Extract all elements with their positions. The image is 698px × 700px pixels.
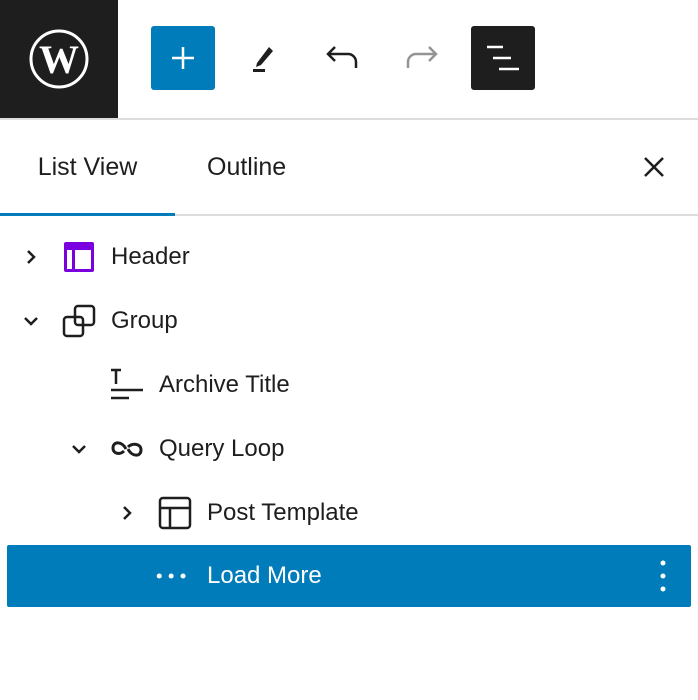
tab-outline[interactable]: Outline [207, 120, 286, 214]
tab-list-view[interactable]: List View [0, 120, 175, 216]
item-label: Load More [207, 562, 322, 589]
sidebar-tabs: List View Outline [0, 120, 698, 216]
template-part-icon [64, 242, 94, 272]
list-item-post-template[interactable]: Post Template [7, 482, 691, 544]
chevron-down-icon[interactable] [23, 313, 39, 329]
options-vertical-icon[interactable] [659, 559, 667, 593]
redo-icon [406, 46, 438, 68]
more-dots-icon [156, 573, 186, 579]
tools-button[interactable] [230, 26, 294, 90]
svg-text:W: W [39, 37, 79, 82]
group-icon [62, 304, 96, 338]
item-label: Group [111, 307, 178, 334]
plus-icon [172, 47, 194, 69]
item-label: Header [111, 243, 190, 270]
list-view-icon [487, 45, 519, 71]
title-icon [111, 368, 143, 400]
undo-icon [326, 46, 358, 68]
document-overview-button[interactable] [471, 26, 535, 90]
chevron-down-icon[interactable] [71, 441, 87, 457]
chevron-right-icon[interactable] [119, 505, 135, 521]
list-item-load-more[interactable]: Load More [7, 545, 691, 607]
item-label: Archive Title [159, 371, 290, 398]
loop-icon [111, 441, 143, 457]
wordpress-logo[interactable]: W [0, 0, 118, 118]
item-label: Post Template [207, 499, 359, 526]
add-block-button[interactable] [151, 26, 215, 90]
layout-icon [158, 496, 192, 530]
pen-icon [253, 47, 273, 72]
wordpress-icon: W [29, 29, 89, 89]
list-item-query-loop[interactable]: Query Loop [7, 418, 691, 480]
chevron-right-icon[interactable] [23, 249, 39, 265]
list-item-archive-title[interactable]: Archive Title [7, 354, 691, 416]
redo-button[interactable] [390, 26, 454, 90]
list-item-header[interactable]: Header [7, 226, 691, 288]
editor-toolbar: W [0, 0, 698, 120]
undo-button[interactable] [310, 26, 374, 90]
close-icon[interactable] [640, 153, 668, 181]
list-item-group[interactable]: Group [7, 290, 691, 352]
tab-label: Outline [207, 152, 287, 181]
item-label: Query Loop [159, 435, 285, 462]
tab-label: List View [37, 152, 138, 181]
